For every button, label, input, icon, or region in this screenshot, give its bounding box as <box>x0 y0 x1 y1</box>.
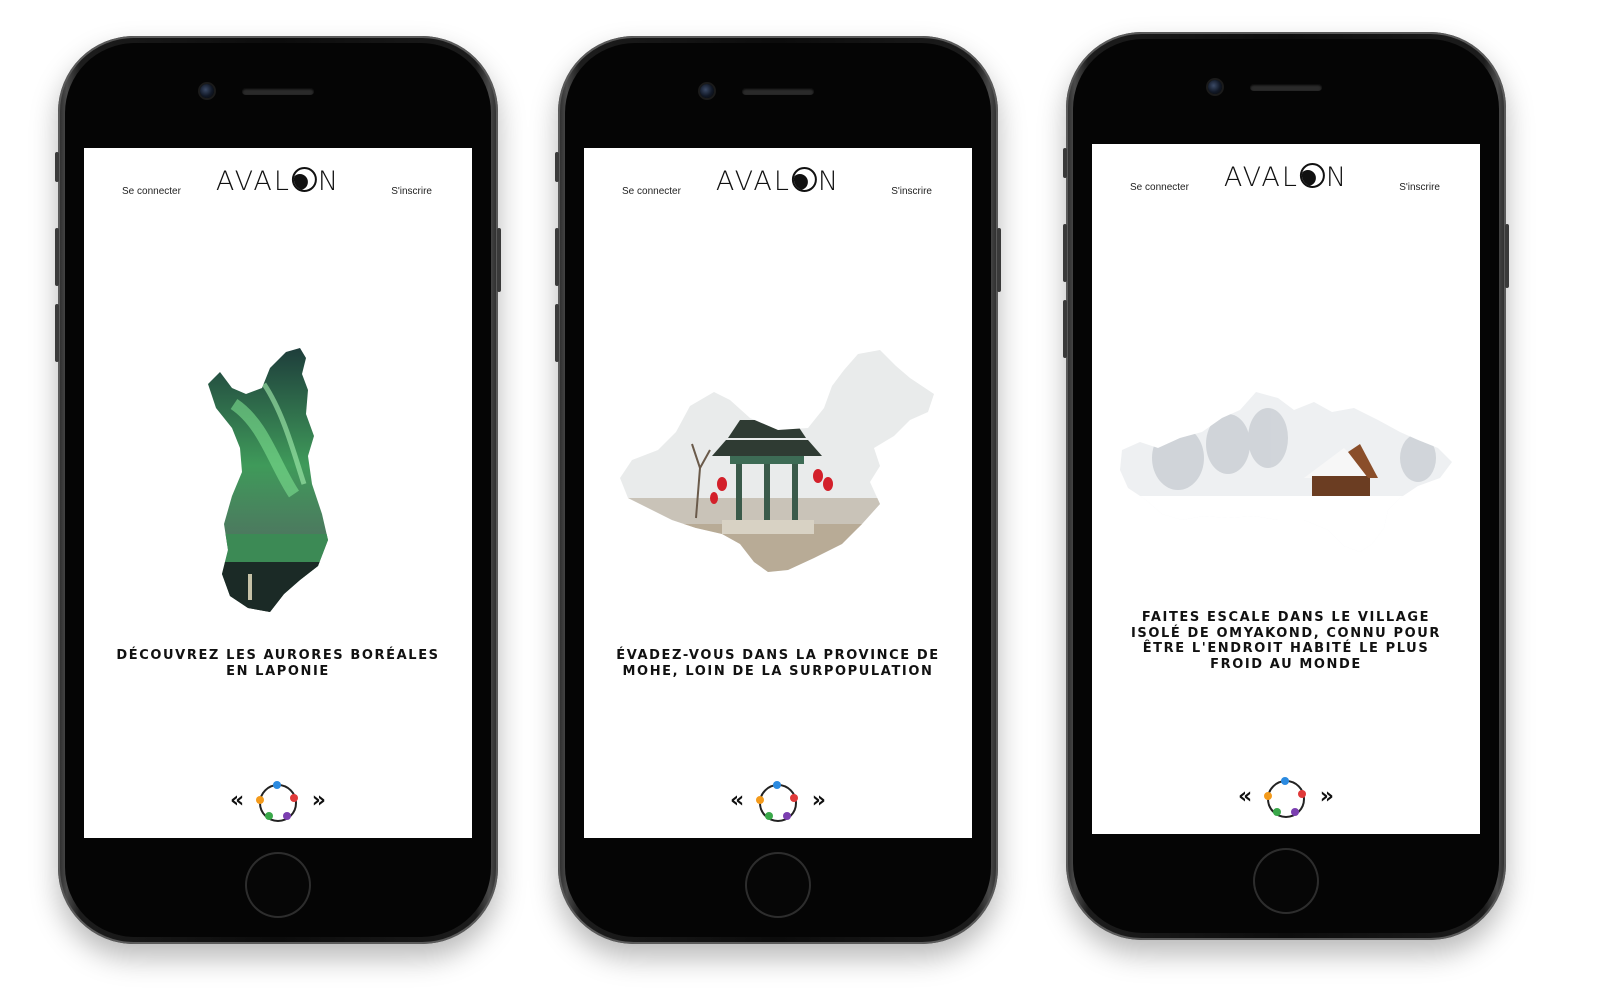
earpiece-speaker <box>1250 84 1322 91</box>
signup-link[interactable]: S'inscrire <box>891 186 932 197</box>
silent-switch <box>555 152 559 182</box>
volume-up-button <box>1063 224 1067 282</box>
earpiece-speaker <box>242 88 314 95</box>
planet-ring-icon[interactable] <box>256 781 298 822</box>
slide-caption: FAITES ESCALE DANS LE VILLAGE ISOLÉ DE O… <box>1130 610 1441 672</box>
double-chevron-left-icon[interactable]: « <box>1238 786 1252 808</box>
volume-down-button <box>1063 300 1067 358</box>
slide-caption: DÉCOUVREZ LES AURORES BORÉALES EN LAPONI… <box>116 648 440 679</box>
double-chevron-right-icon[interactable]: » <box>1320 786 1334 808</box>
login-link[interactable]: Se connecter <box>122 186 181 197</box>
brand-logo[interactable]: AVAL N <box>1224 162 1348 193</box>
planet-ring-icon[interactable] <box>756 781 798 822</box>
signup-link[interactable]: S'inscrire <box>391 186 432 197</box>
brand-logo[interactable]: AVAL N <box>716 166 840 197</box>
app-screen: Se connecter AVAL N S'inscrire <box>84 148 472 838</box>
phone-mockup-1: Se connecter AVAL N S'inscrire DÉCOUVREZ… <box>55 36 501 944</box>
brand-logo[interactable]: AVAL N <box>216 166 340 197</box>
double-chevron-left-icon[interactable]: « <box>730 790 744 812</box>
app-screen: Se connecter AVAL N S'inscrire <box>1092 144 1480 834</box>
volume-down-button <box>555 304 559 362</box>
slide-pager: « » <box>218 781 338 824</box>
slide-pager: « » <box>718 781 838 824</box>
power-button <box>997 228 1001 292</box>
power-button <box>497 228 501 292</box>
front-camera <box>200 84 214 98</box>
phone-mockup-3: Se connecter AVAL N S'inscrire FAITES ES… <box>1063 32 1509 940</box>
app-screen: Se connecter AVAL N S'inscrire <box>584 148 972 838</box>
login-link[interactable]: Se connecter <box>622 186 681 197</box>
slide-pager: « » <box>1226 777 1346 820</box>
slide-caption: ÉVADEZ-VOUS DANS LA PROVINCE DE MOHE, LO… <box>616 648 940 679</box>
front-camera <box>1208 80 1222 94</box>
home-button <box>1253 848 1319 914</box>
double-chevron-right-icon[interactable]: » <box>812 790 826 812</box>
double-chevron-left-icon[interactable]: « <box>230 790 244 812</box>
volume-down-button <box>55 304 59 362</box>
silent-switch <box>1063 148 1067 178</box>
double-chevron-right-icon[interactable]: » <box>312 790 326 812</box>
login-link[interactable]: Se connecter <box>1130 182 1189 193</box>
silent-switch <box>55 152 59 182</box>
power-button <box>1505 224 1509 288</box>
volume-up-button <box>55 228 59 286</box>
planet-ring-icon[interactable] <box>1264 777 1306 818</box>
volume-up-button <box>555 228 559 286</box>
home-button <box>245 852 311 918</box>
home-button <box>745 852 811 918</box>
russia-snow-cabin-map <box>1120 392 1452 552</box>
front-camera <box>700 84 714 98</box>
china-pagoda-map <box>620 350 934 572</box>
earpiece-speaker <box>742 88 814 95</box>
phone-mockup-2: Se connecter AVAL N S'inscrire ÉVADEZ-VO… <box>555 36 1001 944</box>
signup-link[interactable]: S'inscrire <box>1399 182 1440 193</box>
finland-aurora-map <box>208 348 328 612</box>
